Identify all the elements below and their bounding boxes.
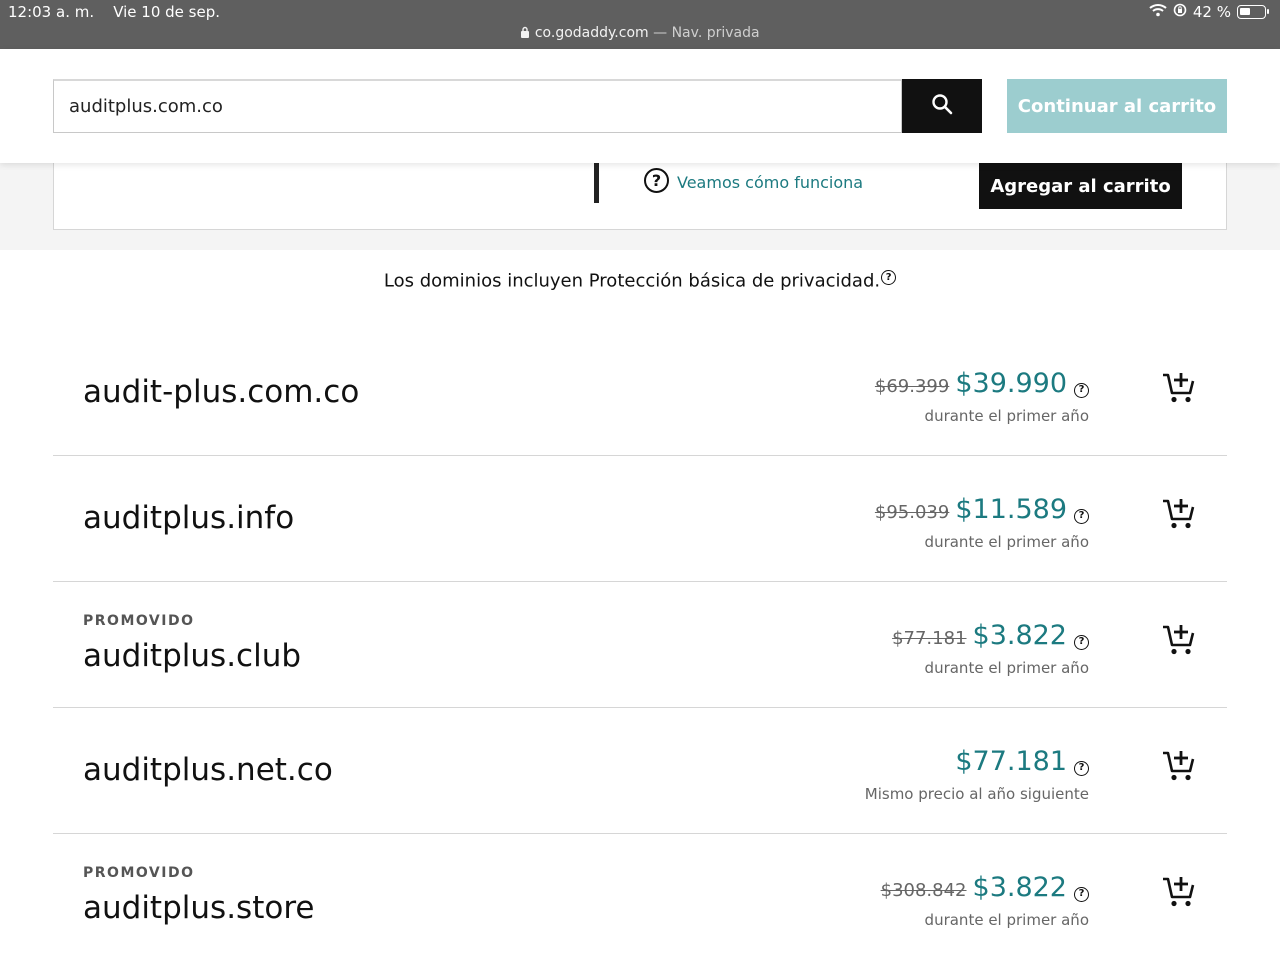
price-note: durante el primer año bbox=[924, 407, 1089, 425]
add-to-cart-icon[interactable] bbox=[1161, 875, 1197, 909]
domain-name[interactable]: auditplus.info bbox=[83, 500, 294, 536]
domain-result-row: audit-plus.com.co $69.399 $39.990? durant… bbox=[53, 330, 1227, 456]
status-icons: 42 % bbox=[1149, 3, 1269, 21]
domain-label: audit-plus bbox=[83, 374, 238, 410]
domain-search-input[interactable]: auditplus.com.co bbox=[53, 79, 902, 133]
privacy-help-icon[interactable]: ? bbox=[881, 270, 897, 285]
price-help-icon[interactable]: ? bbox=[1074, 634, 1089, 650]
sale-price: $39.990 bbox=[955, 368, 1067, 399]
status-date: Vie 10 de sep. bbox=[113, 3, 220, 21]
add-to-cart-icon[interactable] bbox=[1161, 749, 1197, 783]
add-to-cart-icon[interactable] bbox=[1161, 497, 1197, 531]
how-it-works-link[interactable]: Veamos cómo funciona bbox=[677, 173, 863, 192]
price-note: durante el primer año bbox=[924, 533, 1089, 551]
domain-tld: .info bbox=[226, 500, 295, 536]
price-help-icon[interactable]: ? bbox=[1074, 508, 1089, 524]
price-help-icon[interactable]: ? bbox=[1074, 382, 1089, 398]
battery-icon bbox=[1237, 5, 1269, 19]
domain-tld: .store bbox=[226, 890, 315, 926]
add-to-cart-icon[interactable] bbox=[1161, 371, 1197, 405]
url-text: co.godaddy.com bbox=[534, 25, 649, 41]
status-clock: 12:03 a. m. bbox=[8, 3, 95, 21]
featured-domain-band: ? Veamos cómo funciona Agregar al carrit… bbox=[0, 163, 1280, 250]
original-price: $69.399 bbox=[874, 376, 950, 397]
url-bar[interactable]: co.godaddy.com — Nav. privada bbox=[0, 25, 1280, 41]
domain-label: auditplus bbox=[83, 500, 227, 536]
domain-tld: .net.co bbox=[226, 752, 333, 788]
price-block: $77.181 $3.822? durante el primer año bbox=[892, 620, 1089, 677]
status-bar: 12:03 a. m. Vie 10 de sep. co.godaddy.co… bbox=[0, 0, 1280, 49]
price-block: $69.399 $39.990? durante el primer año bbox=[875, 368, 1089, 425]
featured-domain-card: ? Veamos cómo funciona Agregar al carrit… bbox=[53, 163, 1227, 230]
domain-result-row: PROMOVIDO auditplus.club $77.181 $3.822? … bbox=[53, 582, 1227, 708]
domain-name[interactable]: auditplus.store bbox=[83, 890, 314, 926]
promoted-badge: PROMOVIDO bbox=[83, 865, 195, 881]
sale-price: $3.822 bbox=[972, 620, 1067, 651]
sale-price: $77.181 bbox=[955, 746, 1067, 777]
domain-tld: .club bbox=[226, 638, 302, 674]
domain-label: auditplus bbox=[83, 638, 227, 674]
help-icon[interactable]: ? bbox=[644, 168, 669, 193]
promoted-badge: PROMOVIDO bbox=[83, 613, 195, 629]
wifi-icon bbox=[1149, 3, 1167, 21]
search-button[interactable] bbox=[902, 79, 982, 133]
add-to-cart-button[interactable]: Agregar al carrito bbox=[979, 163, 1182, 209]
price-note: Mismo precio al año siguiente bbox=[864, 785, 1089, 803]
continue-to-cart-button[interactable]: Continuar al carrito bbox=[1007, 79, 1227, 133]
price-block: $77.181? Mismo precio al año siguiente bbox=[865, 746, 1089, 803]
privacy-text: Los dominios incluyen Protección básica … bbox=[383, 270, 881, 292]
price-block: $308.842 $3.822? durante el primer año bbox=[881, 872, 1089, 929]
search-icon bbox=[931, 93, 953, 119]
divider-bar bbox=[594, 163, 599, 203]
price-help-icon[interactable]: ? bbox=[1074, 760, 1089, 776]
domain-label: auditplus bbox=[83, 752, 227, 788]
orientation-lock-icon bbox=[1173, 3, 1187, 21]
domain-label: auditplus bbox=[83, 890, 227, 926]
original-price: $95.039 bbox=[874, 502, 950, 523]
price-note: durante el primer año bbox=[924, 911, 1089, 929]
original-price: $308.842 bbox=[880, 880, 967, 901]
lock-icon bbox=[520, 25, 534, 41]
domain-result-row: auditplus.net.co $77.181? Mismo precio a… bbox=[53, 708, 1227, 834]
domain-result-row: auditplus.info $95.039 $11.589? durante e… bbox=[53, 456, 1227, 582]
domain-result-row: PROMOVIDO auditplus.store $308.842 $3.822… bbox=[53, 834, 1227, 960]
domain-name[interactable]: auditplus.net.co bbox=[83, 752, 333, 788]
battery-percent: 42 % bbox=[1192, 3, 1231, 21]
price-note: durante el primer año bbox=[924, 659, 1089, 677]
domain-name[interactable]: auditplus.club bbox=[83, 638, 301, 674]
add-to-cart-icon[interactable] bbox=[1161, 623, 1197, 657]
original-price: $77.181 bbox=[892, 628, 967, 649]
sale-price: $3.822 bbox=[972, 872, 1067, 903]
price-block: $95.039 $11.589? durante el primer año bbox=[875, 494, 1089, 551]
domain-name[interactable]: audit-plus.com.co bbox=[83, 374, 359, 410]
price-help-icon[interactable]: ? bbox=[1074, 886, 1089, 902]
private-label: — Nav. privada bbox=[653, 25, 760, 41]
domain-tld: .com.co bbox=[237, 374, 360, 410]
privacy-note: Los dominios incluyen Protección básica … bbox=[0, 270, 1280, 292]
search-header: auditplus.com.co Continuar al carrito bbox=[0, 49, 1280, 163]
sale-price: $11.589 bbox=[955, 494, 1067, 525]
status-time: 12:03 a. m. Vie 10 de sep. bbox=[8, 3, 220, 21]
